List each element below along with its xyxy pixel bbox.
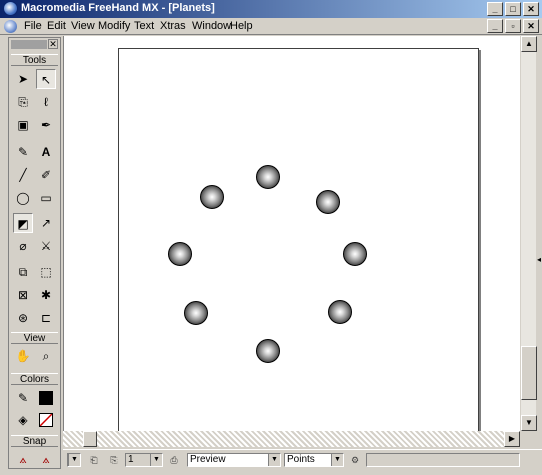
fill-color-swatch[interactable] — [39, 413, 53, 427]
page-selector-dropdown[interactable]: ▼ — [67, 453, 81, 467]
menu-bar: File Edit View Modify Text Xtras Window … — [0, 18, 542, 35]
document-page[interactable] — [118, 48, 479, 431]
subselect-tool-icon[interactable]: ↖ — [36, 69, 56, 89]
menu-help[interactable]: Help — [230, 20, 253, 32]
stroke-color-swatch[interactable] — [39, 391, 53, 405]
menu-view[interactable]: View — [71, 20, 95, 32]
lasso-tool-icon[interactable]: ℓ — [36, 92, 56, 112]
vertical-scroll-thumb[interactable] — [521, 346, 537, 400]
graphic-hose-tool-icon[interactable]: ✱ — [36, 285, 56, 305]
page-number-text: 1 — [128, 454, 134, 465]
colors-section-label: Colors — [11, 373, 58, 385]
planet-7[interactable] — [328, 300, 352, 324]
canvas-area[interactable] — [63, 36, 520, 431]
title-bar: Macromedia FreeHand MX - [Planets] _ □ ✕ — [0, 0, 542, 18]
trace-tool-icon[interactable]: ⊛ — [13, 308, 33, 328]
scale-tool-icon[interactable]: ▣ — [13, 115, 33, 135]
envelope-tool-icon[interactable]: ⬚ — [36, 262, 56, 282]
view-mode-dropdown[interactable]: Preview ▼ — [187, 453, 281, 467]
tools-panel: ✕ Tools ➤ ↖ ⎘ ℓ ▣ ✒ ✎ A ╱ ✐ ◯ ▭ ◩ ↗ ⌀ ⚔ … — [8, 37, 61, 469]
snap-to-point-icon[interactable]: ⟑ — [13, 449, 33, 469]
doc-restore-button[interactable]: ▫ — [505, 19, 521, 33]
page-tool-icon[interactable]: ⎘ — [13, 92, 33, 112]
window-title: Macromedia FreeHand MX - [Planets] — [21, 2, 215, 14]
gear-icon[interactable]: ⚙ — [348, 453, 362, 467]
reshape-tool-icon[interactable]: ↗ — [36, 213, 56, 233]
perspective-tool-icon[interactable]: ⊠ — [13, 285, 33, 305]
menu-file[interactable]: File — [24, 20, 42, 32]
text-tool-icon[interactable]: A — [36, 142, 56, 162]
view-section-label: View — [11, 332, 58, 344]
line-tool-icon[interactable]: ╱ — [13, 165, 33, 185]
status-bar: ▼ ⎗ ⎘ 1 ▼ ⎙ Preview ▼ Points ▼ ⚙ — [63, 449, 542, 469]
snap-section-label: Snap — [11, 435, 58, 447]
zoom-tool-icon[interactable]: ⌕ — [36, 346, 56, 366]
doc-close-button[interactable]: ✕ — [523, 19, 539, 33]
next-page-icon[interactable]: ⎙ — [167, 453, 181, 467]
view-mode-text: Preview — [190, 454, 226, 465]
window-bottom-border — [0, 469, 542, 475]
prev-page-icon[interactable]: ⎘ — [107, 453, 121, 467]
planet-2[interactable] — [200, 185, 224, 209]
pointer-tool-icon[interactable]: ➤ — [13, 69, 33, 89]
panel-close-icon[interactable]: ✕ — [48, 39, 58, 49]
menu-window[interactable]: Window — [192, 20, 231, 32]
scroll-right-icon[interactable]: ▶ — [504, 431, 520, 447]
panel-grip[interactable] — [11, 40, 47, 49]
tools-section-label: Tools — [11, 54, 58, 66]
freeform-tool-icon[interactable]: ◩ — [13, 213, 33, 233]
horizontal-scroll-thumb[interactable] — [83, 431, 97, 447]
scroll-down-icon[interactable]: ▼ — [521, 415, 537, 431]
pen-tool-icon[interactable]: ✎ — [13, 142, 33, 162]
menu-edit[interactable]: Edit — [47, 20, 66, 32]
blend-tool-icon[interactable]: ⧉ — [13, 262, 33, 282]
horizontal-scrollbar[interactable]: ▶ — [63, 431, 520, 447]
planet-8[interactable] — [256, 339, 280, 363]
units-dropdown[interactable]: Points ▼ — [284, 453, 344, 467]
rectangle-tool-icon[interactable]: ▭ — [36, 188, 56, 208]
stroke-color-icon: ✎ — [17, 391, 29, 405]
document-icon[interactable] — [4, 20, 17, 33]
first-page-icon[interactable]: ⎗ — [87, 453, 101, 467]
planet-6[interactable] — [184, 301, 208, 325]
status-message-field — [366, 453, 520, 467]
eyedropper-tool-icon[interactable]: ✒ — [36, 115, 56, 135]
planet-3[interactable] — [316, 190, 340, 214]
scroll-up-icon[interactable]: ▲ — [521, 36, 537, 52]
close-button[interactable]: ✕ — [523, 2, 539, 16]
fill-color-icon: ◈ — [18, 413, 28, 427]
ellipse-tool-icon[interactable]: ◯ — [13, 188, 33, 208]
minimize-button[interactable]: _ — [487, 2, 503, 16]
hand-tool-icon[interactable]: ✋ — [13, 346, 33, 366]
units-text: Points — [287, 454, 315, 465]
doc-minimize-button[interactable]: _ — [487, 19, 503, 33]
maximize-button[interactable]: □ — [505, 2, 521, 16]
snap-to-guide-icon[interactable]: ⟑ — [36, 449, 56, 469]
menu-xtras[interactable]: Xtras — [160, 20, 186, 32]
freehand-app-icon[interactable] — [3, 1, 18, 16]
vertical-scrollbar[interactable]: ▲ ▼ — [520, 36, 537, 431]
pencil-tool-icon[interactable]: ✐ — [36, 165, 56, 185]
planet-4[interactable] — [168, 242, 192, 266]
menu-text[interactable]: Text — [134, 20, 154, 32]
panel-dock-arrow-icon[interactable]: ◂ — [536, 245, 542, 275]
knife-tool-icon[interactable]: ⚔ — [36, 236, 56, 256]
planet-1[interactable] — [256, 165, 280, 189]
connector-tool-icon[interactable]: ⊏ — [36, 308, 56, 328]
menu-modify[interactable]: Modify — [98, 20, 130, 32]
eraser-tool-icon[interactable]: ⌀ — [13, 236, 33, 256]
page-number-field[interactable]: 1 ▼ — [125, 453, 163, 467]
planet-5[interactable] — [343, 242, 367, 266]
